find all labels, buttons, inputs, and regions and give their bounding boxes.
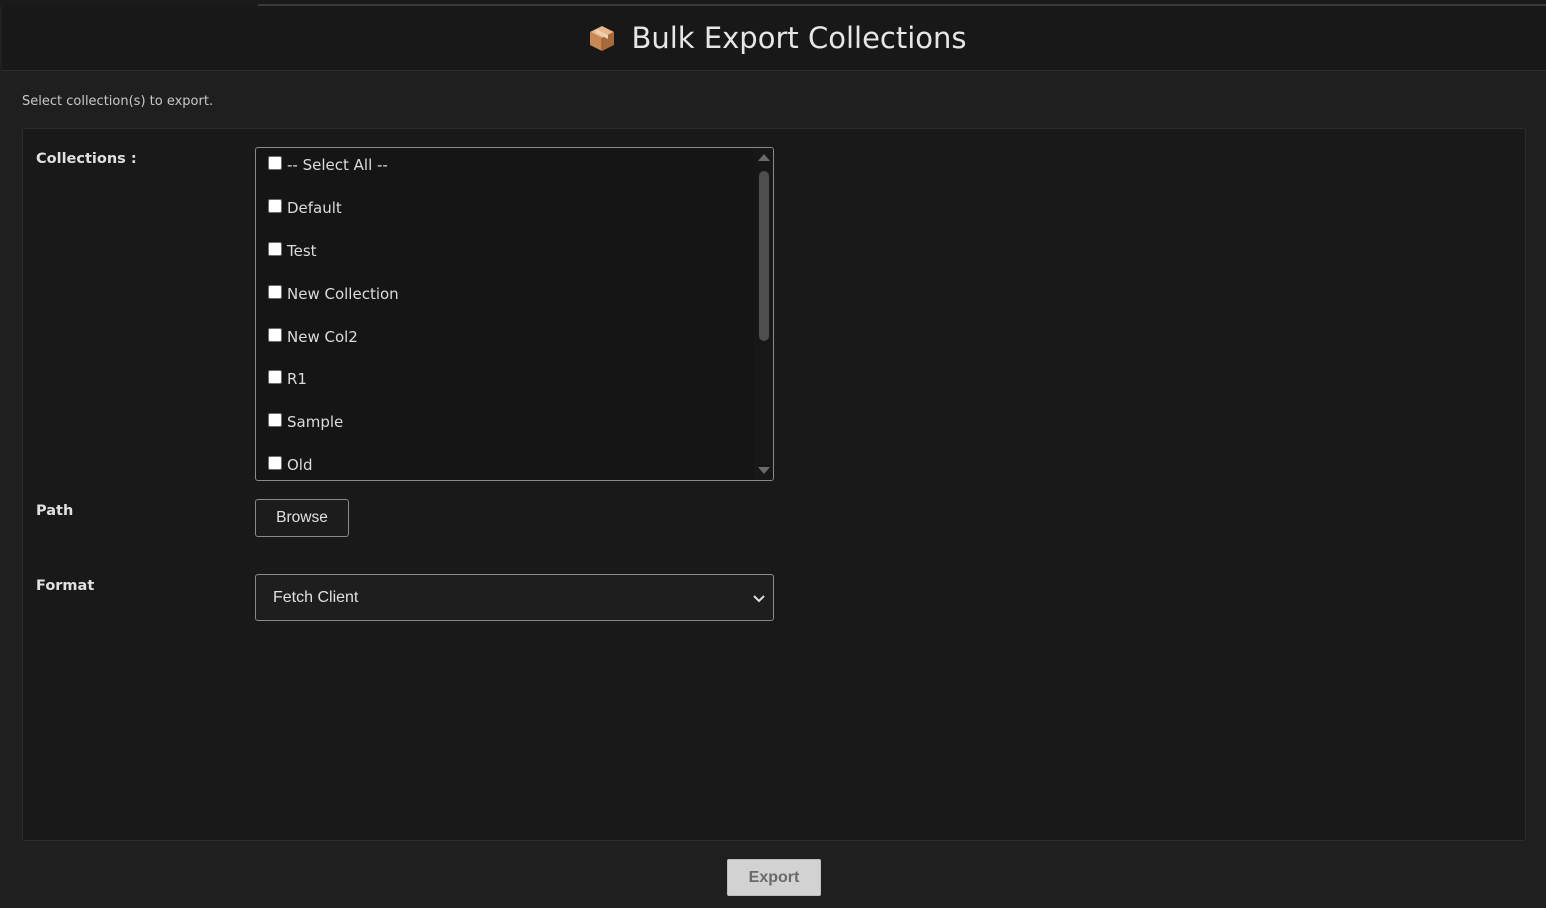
page-header: Bulk Export Collections bbox=[2, 6, 1546, 71]
scroll-thumb[interactable] bbox=[759, 171, 769, 341]
collection-label: Old bbox=[287, 456, 313, 475]
collection-checkbox[interactable] bbox=[268, 370, 282, 385]
collection-item[interactable]: R1 bbox=[256, 362, 754, 405]
collection-label: New Collection bbox=[287, 284, 399, 303]
collection-checkbox[interactable] bbox=[268, 413, 282, 428]
format-label: Format bbox=[36, 578, 95, 594]
collections-listbox[interactable]: -- Select All -- Default Test New Collectio… bbox=[255, 147, 774, 481]
collection-label: Test bbox=[287, 241, 317, 260]
collection-item[interactable]: New Collection bbox=[256, 277, 754, 320]
listbox-scrollbar[interactable] bbox=[754, 148, 773, 480]
chevron-down-icon bbox=[753, 595, 765, 603]
collection-label: -- Select All -- bbox=[287, 156, 388, 174]
path-label: Path bbox=[36, 503, 74, 519]
collection-checkbox[interactable] bbox=[268, 456, 282, 471]
scroll-down-arrow-icon[interactable] bbox=[758, 467, 770, 474]
collection-checkbox[interactable] bbox=[268, 198, 282, 213]
collection-item[interactable]: Sample bbox=[256, 405, 754, 448]
page-title: Bulk Export Collections bbox=[631, 21, 967, 55]
export-button[interactable]: Export bbox=[727, 859, 821, 896]
collection-item[interactable]: New Col2 bbox=[256, 320, 754, 363]
collection-label: New Col2 bbox=[287, 327, 358, 346]
collections-list: -- Select All -- Default Test New Collectio… bbox=[256, 148, 754, 480]
export-form-panel: Collections : -- Select All -- Default Tes… bbox=[22, 128, 1526, 841]
collection-label: Sample bbox=[287, 413, 344, 432]
collection-label: Default bbox=[287, 198, 342, 217]
collection-item[interactable]: Test bbox=[256, 234, 754, 277]
format-select[interactable]: Fetch Client bbox=[255, 574, 774, 621]
collections-label: Collections : bbox=[36, 151, 137, 167]
collection-checkbox[interactable] bbox=[268, 327, 282, 342]
collection-label: R1 bbox=[287, 370, 307, 389]
select-all-item[interactable]: -- Select All -- bbox=[256, 148, 754, 191]
format-selected-value: Fetch Client bbox=[273, 588, 359, 606]
browse-button[interactable]: Browse bbox=[255, 499, 349, 537]
package-box-icon bbox=[590, 26, 615, 51]
collection-item[interactable]: Default bbox=[256, 191, 754, 234]
title-wrap: Bulk Export Collections bbox=[587, 21, 967, 55]
scroll-up-arrow-icon[interactable] bbox=[758, 154, 770, 161]
instructions-text: Select collection(s) to export. bbox=[22, 94, 214, 109]
collection-checkbox[interactable] bbox=[268, 156, 282, 170]
collection-checkbox[interactable] bbox=[268, 284, 282, 299]
collection-checkbox[interactable] bbox=[268, 241, 282, 256]
collection-item[interactable]: Old bbox=[256, 448, 754, 480]
